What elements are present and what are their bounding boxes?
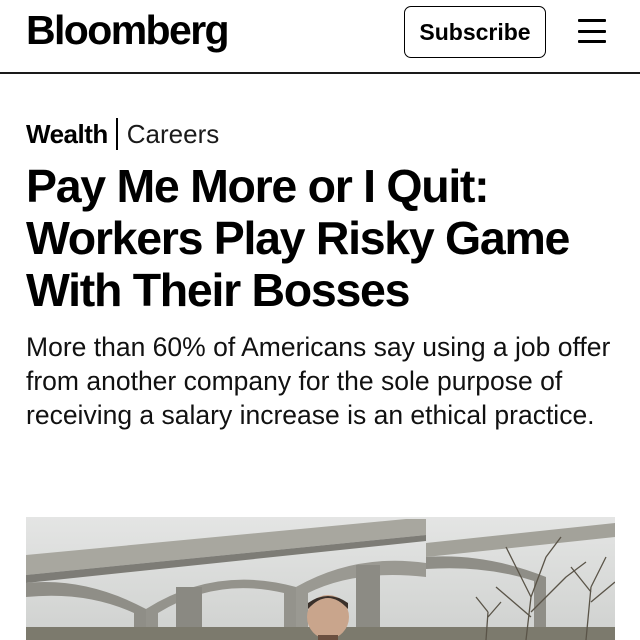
subscribe-button[interactable]: Subscribe <box>404 6 546 58</box>
section-link-wealth[interactable]: Wealth <box>26 119 108 150</box>
site-header: Bloomberg Subscribe <box>0 0 640 74</box>
bridge-photo <box>26 517 615 640</box>
article-headline: Pay Me More or I Quit: Workers Play Risk… <box>26 160 570 316</box>
section-kicker: Wealth Careers <box>26 116 219 152</box>
bloomberg-logo[interactable]: Bloomberg <box>26 4 230 56</box>
section-link-careers[interactable]: Careers <box>127 119 219 150</box>
menu-bar <box>578 29 606 33</box>
menu-bar <box>578 19 606 22</box>
menu-bar <box>578 40 606 43</box>
hamburger-menu-icon[interactable] <box>578 19 606 43</box>
kicker-divider <box>115 118 118 150</box>
article-dek: More than 60% of Americans say using a j… <box>26 332 611 430</box>
article-hero-image <box>26 517 615 640</box>
